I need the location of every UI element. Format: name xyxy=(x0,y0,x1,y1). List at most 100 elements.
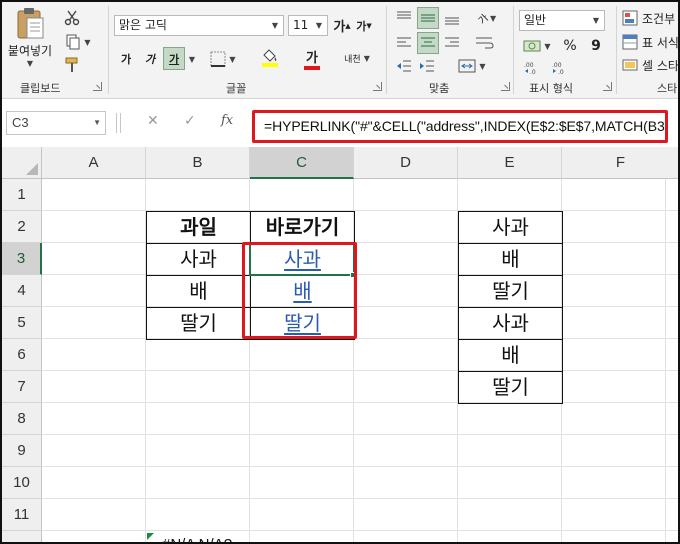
cell-b5[interactable]: 딸기 xyxy=(147,307,250,339)
cell-e6[interactable]: 배 xyxy=(459,339,562,371)
cell-b2-header[interactable]: 과일 xyxy=(147,211,250,243)
percent-button[interactable]: % xyxy=(560,36,580,56)
align-middle-button[interactable] xyxy=(417,7,439,29)
copy-button[interactable]: ▼ xyxy=(60,32,96,52)
insert-function-icon[interactable]: fx xyxy=(221,113,233,128)
cell-e3[interactable]: 배 xyxy=(459,243,562,275)
row-header-3[interactable]: 3 xyxy=(2,243,42,275)
cell-b3[interactable]: 사과 xyxy=(147,243,250,275)
conditional-format-label: 조건부 xyxy=(642,11,676,26)
italic-button[interactable]: 가 xyxy=(140,48,160,70)
number-launcher-icon[interactable] xyxy=(603,82,612,91)
conditional-format-icon xyxy=(622,10,638,26)
phonetic-button[interactable]: 내천 ▼ xyxy=(340,47,374,69)
row-header-6[interactable]: 6 xyxy=(2,339,42,371)
underline-button[interactable]: 가 xyxy=(163,47,185,70)
increase-decimal-button[interactable]: .00 .0 xyxy=(521,58,545,78)
row-header-10[interactable]: 10 xyxy=(2,467,42,499)
row-header-4[interactable]: 4 xyxy=(2,275,42,307)
row-header-12[interactable] xyxy=(2,531,42,542)
row-header-8[interactable]: 8 xyxy=(2,403,42,435)
cell-e5[interactable]: 사과 xyxy=(459,307,562,339)
currency-button[interactable]: ▼ xyxy=(519,36,555,56)
chevron-down-icon: ▼ xyxy=(271,21,279,30)
svg-text:.0: .0 xyxy=(530,69,536,75)
alignment-launcher-icon[interactable] xyxy=(501,82,510,91)
column-header-b[interactable]: B xyxy=(146,147,250,179)
font-launcher-icon[interactable] xyxy=(373,82,382,91)
paste-label: 붙여넣기 xyxy=(7,44,53,58)
clipboard-launcher-icon[interactable] xyxy=(93,82,102,91)
format-as-table-button[interactable]: 표 서식 xyxy=(622,32,679,52)
worksheet-grid[interactable]: A B C D E F 1 2 3 4 5 6 7 8 9 10 11 과일 바… xyxy=(2,147,678,542)
orientation-button[interactable]: 가 ▼ xyxy=(470,8,504,28)
row-header-5[interactable]: 5 xyxy=(2,307,42,339)
row-header-7[interactable]: 7 xyxy=(2,371,42,403)
cut-button[interactable] xyxy=(60,8,84,28)
name-box[interactable]: C3 ▼ xyxy=(6,111,106,135)
column-header-f[interactable]: F xyxy=(562,147,678,179)
comma-button[interactable]: 9 xyxy=(586,36,606,56)
cell-b12-error[interactable]: #N/A N/A? xyxy=(162,536,232,542)
column-header-c[interactable]: C xyxy=(250,147,354,179)
styles-group-label: 스타 xyxy=(657,82,678,95)
fill-color-button[interactable] xyxy=(252,46,288,70)
cell-e4[interactable]: 딸기 xyxy=(459,275,562,307)
cell-e7[interactable]: 딸기 xyxy=(459,371,562,403)
separator xyxy=(616,6,617,94)
merge-icon xyxy=(458,59,476,73)
underline-dropdown[interactable]: ▼ xyxy=(186,48,198,70)
enter-check-icon[interactable]: ✓ xyxy=(184,113,196,129)
wrap-text-button[interactable] xyxy=(470,33,500,53)
column-header-e[interactable]: E xyxy=(458,147,562,179)
formula-input[interactable]: =HYPERLINK("#"&CELL("address",INDEX(E$2:… xyxy=(252,110,668,143)
conditional-format-button[interactable]: 조건부 xyxy=(622,8,678,28)
borders-button[interactable]: ▼ xyxy=(206,48,240,70)
row-header-11[interactable]: 11 xyxy=(2,499,42,531)
align-center-button[interactable] xyxy=(417,32,439,54)
increase-indent-icon xyxy=(420,60,434,72)
increase-indent-button[interactable] xyxy=(417,56,437,76)
cell-styles-icon xyxy=(622,59,638,71)
font-color-button[interactable]: 가 xyxy=(294,46,330,70)
chevron-down-icon: ▼ xyxy=(592,16,600,25)
number-format-select[interactable]: 일반 ▼ xyxy=(519,10,605,31)
font-name-select[interactable]: 맑은 고딕 ▼ xyxy=(114,15,284,36)
decrease-indent-button[interactable] xyxy=(394,56,414,76)
row-header-1[interactable]: 1 xyxy=(2,179,42,211)
font-name-value: 맑은 고딕 xyxy=(119,18,167,32)
grow-font-button[interactable]: 가 ▲ xyxy=(332,15,352,36)
cell-styles-button[interactable]: 셀 스타 xyxy=(622,55,678,75)
row-header-2[interactable]: 2 xyxy=(2,211,42,243)
chevron-down-icon: ▼ xyxy=(544,41,551,51)
clipboard-paste-icon xyxy=(17,8,44,39)
font-size-select[interactable]: 11 ▼ xyxy=(288,15,328,36)
shrink-font-button[interactable]: 가 ▼ xyxy=(354,15,374,36)
align-left-button[interactable] xyxy=(394,33,414,53)
separator xyxy=(513,6,514,94)
bold-button[interactable]: 가 xyxy=(116,48,136,70)
decrease-decimal-button[interactable]: .00 .0 xyxy=(549,58,573,78)
align-top-button[interactable] xyxy=(394,8,414,28)
merge-center-button[interactable]: ▼ xyxy=(448,56,496,76)
cell-b4[interactable]: 배 xyxy=(147,275,250,307)
format-painter-button[interactable] xyxy=(60,55,84,75)
select-all-button[interactable] xyxy=(2,147,42,179)
ribbon: 붙여넣기 ▼ ▼ 클립보드 맑은 고딕 ▼ 11 ▼ 가 ▲ 가 ▼ 가 가 가… xyxy=(2,2,679,99)
format-painter-icon xyxy=(65,57,78,72)
row-header-9[interactable]: 9 xyxy=(2,435,42,467)
table-format-icon xyxy=(622,34,638,50)
cell-c2-header[interactable]: 바로가기 xyxy=(251,211,354,243)
cell-e2[interactable]: 사과 xyxy=(459,211,562,243)
cancel-icon[interactable]: ✕ xyxy=(147,113,159,129)
format-as-table-label: 표 서식 xyxy=(642,35,679,50)
align-bottom-button[interactable] xyxy=(442,8,462,28)
grow-font-label: 가 xyxy=(333,20,346,35)
paste-button[interactable]: 붙여넣기 ▼ xyxy=(8,6,52,68)
formula-text: =HYPERLINK("#"&CELL("address",INDEX(E$2:… xyxy=(264,118,668,134)
italic-label: 가 xyxy=(144,53,156,66)
column-header-a[interactable]: A xyxy=(42,147,146,179)
column-header-d[interactable]: D xyxy=(354,147,458,179)
align-right-button[interactable] xyxy=(442,33,462,53)
error-indicator-icon[interactable] xyxy=(147,533,154,540)
